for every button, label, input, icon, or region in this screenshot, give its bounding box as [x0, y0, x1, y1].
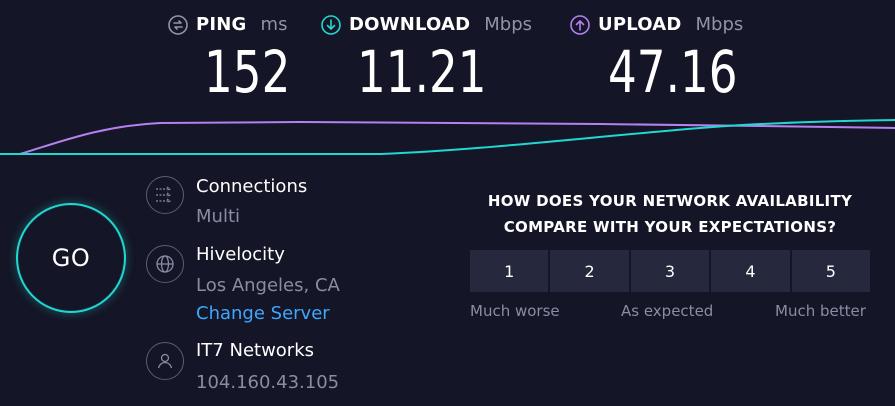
connections-icon — [146, 176, 184, 214]
download-unit: Mbps — [484, 14, 533, 35]
go-button-label[interactable]: GO — [16, 203, 126, 313]
ping-label: PING — [196, 14, 247, 35]
ping-value: 152 — [204, 38, 291, 106]
survey-question-line1: HOW DOES YOUR NETWORK AVAILABILITY — [487, 192, 853, 210]
ping-unit: ms — [260, 14, 288, 35]
scale-label-mid: As expected — [621, 302, 714, 320]
provider-icon — [146, 342, 184, 380]
provider-name: IT7 Networks — [196, 340, 315, 361]
user-icon — [157, 353, 173, 369]
globe-icon — [156, 255, 174, 273]
upload-arrow-icon — [570, 14, 590, 35]
scale-label-low: Much worse — [470, 302, 560, 320]
upload-header: UPLOAD Mbps — [570, 14, 774, 35]
server-name: Hivelocity — [196, 244, 285, 265]
server-icon — [146, 245, 184, 283]
download-value: 11.21 — [357, 38, 487, 106]
arrows-icon — [156, 186, 172, 204]
change-server-link[interactable]: Change Server — [196, 303, 330, 324]
ping-icon — [168, 14, 188, 35]
go-button[interactable]: GO — [16, 203, 126, 313]
connections-value: Multi — [196, 206, 240, 227]
upload-label: UPLOAD — [598, 14, 682, 35]
ping-metric: PING ms 152 — [168, 14, 315, 101]
provider-ip: 104.160.43.105 — [196, 372, 340, 393]
server-location: Los Angeles, CA — [196, 275, 340, 296]
survey-question-line2: COMPARE WITH YOUR EXPECTATIONS? — [503, 218, 837, 236]
download-header: DOWNLOAD Mbps — [321, 14, 532, 35]
download-label: DOWNLOAD — [349, 14, 471, 35]
upload-metric: UPLOAD Mbps 47.16 — [570, 14, 774, 101]
ping-header: PING ms — [168, 14, 315, 35]
rating-button-4[interactable]: 4 — [711, 250, 792, 292]
survey-question: HOW DOES YOUR NETWORK AVAILABILITY COMPA… — [470, 188, 870, 240]
download-arrow-icon — [321, 14, 341, 35]
rating-button-1[interactable]: 1 — [470, 250, 551, 292]
upload-unit: Mbps — [695, 14, 744, 35]
download-metric: DOWNLOAD Mbps 11.21 — [321, 14, 532, 101]
rating-button-3[interactable]: 3 — [630, 250, 712, 292]
rating-scale: 1 2 3 4 5 — [470, 250, 871, 292]
rating-button-5[interactable]: 5 — [791, 250, 871, 292]
rating-button-2[interactable]: 2 — [550, 250, 631, 292]
scale-label-high: Much better — [775, 302, 866, 320]
speed-graph — [0, 119, 895, 155]
upload-value: 47.16 — [608, 38, 738, 106]
connections-title: Connections — [196, 176, 308, 197]
